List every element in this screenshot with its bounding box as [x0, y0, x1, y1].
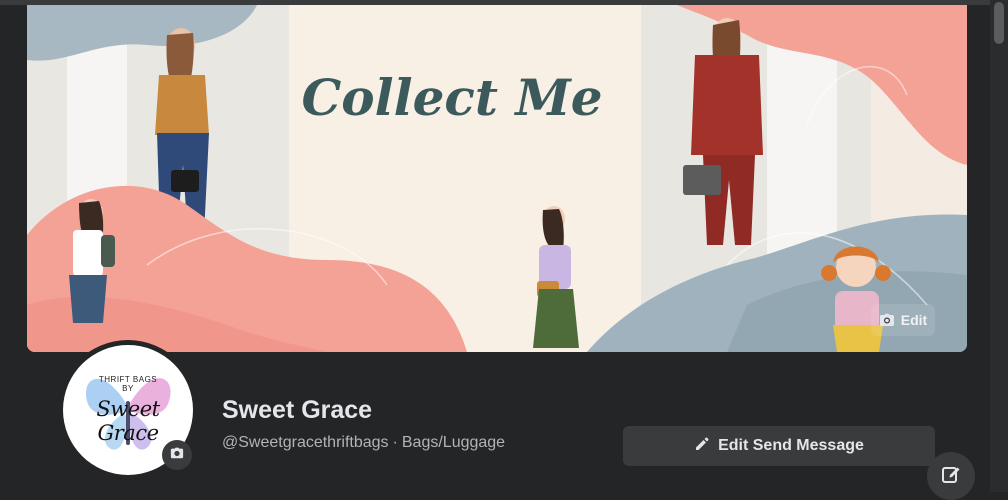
page-category[interactable]: Bags/Luggage [402, 434, 505, 451]
cover-photo[interactable]: Collect Me Edit [27, 5, 967, 352]
avatar-logo-script: Sweet Grace [96, 397, 160, 445]
edit-cover-label: Edit [900, 312, 928, 328]
avatar-logo-top-text: THRIFT BAGS BY [63, 375, 193, 393]
avatar-logo-line2: BY [122, 384, 134, 393]
page-subtitle: @Sweetgracethriftbags · Bags/Luggage [222, 434, 505, 452]
compose-icon [941, 464, 961, 489]
edit-cover-button[interactable]: Edit [871, 304, 935, 336]
page-scrollbar[interactable] [990, 0, 1008, 492]
page-handle: @Sweetgracethriftbags [222, 434, 389, 451]
cover-headline: Collect Me [301, 68, 602, 127]
avatar-logo-line1: THRIFT BAGS [98, 375, 158, 384]
new-message-button[interactable] [927, 452, 975, 500]
camera-icon [879, 312, 895, 328]
profile-picture-frame[interactable]: THRIFT BAGS BY Sweet Grace [58, 340, 198, 480]
pencil-icon [694, 436, 710, 457]
page-title: Sweet Grace [222, 396, 373, 424]
scrollbar-thumb[interactable] [994, 2, 1004, 44]
camera-icon [170, 446, 184, 465]
separator-dot: · [392, 434, 398, 451]
cover-illustration: Collect Me [27, 5, 967, 352]
update-profile-picture-button[interactable] [162, 440, 192, 470]
edit-send-message-button[interactable]: Edit Send Message [623, 426, 935, 466]
edit-send-message-label: Edit Send Message [718, 437, 864, 454]
